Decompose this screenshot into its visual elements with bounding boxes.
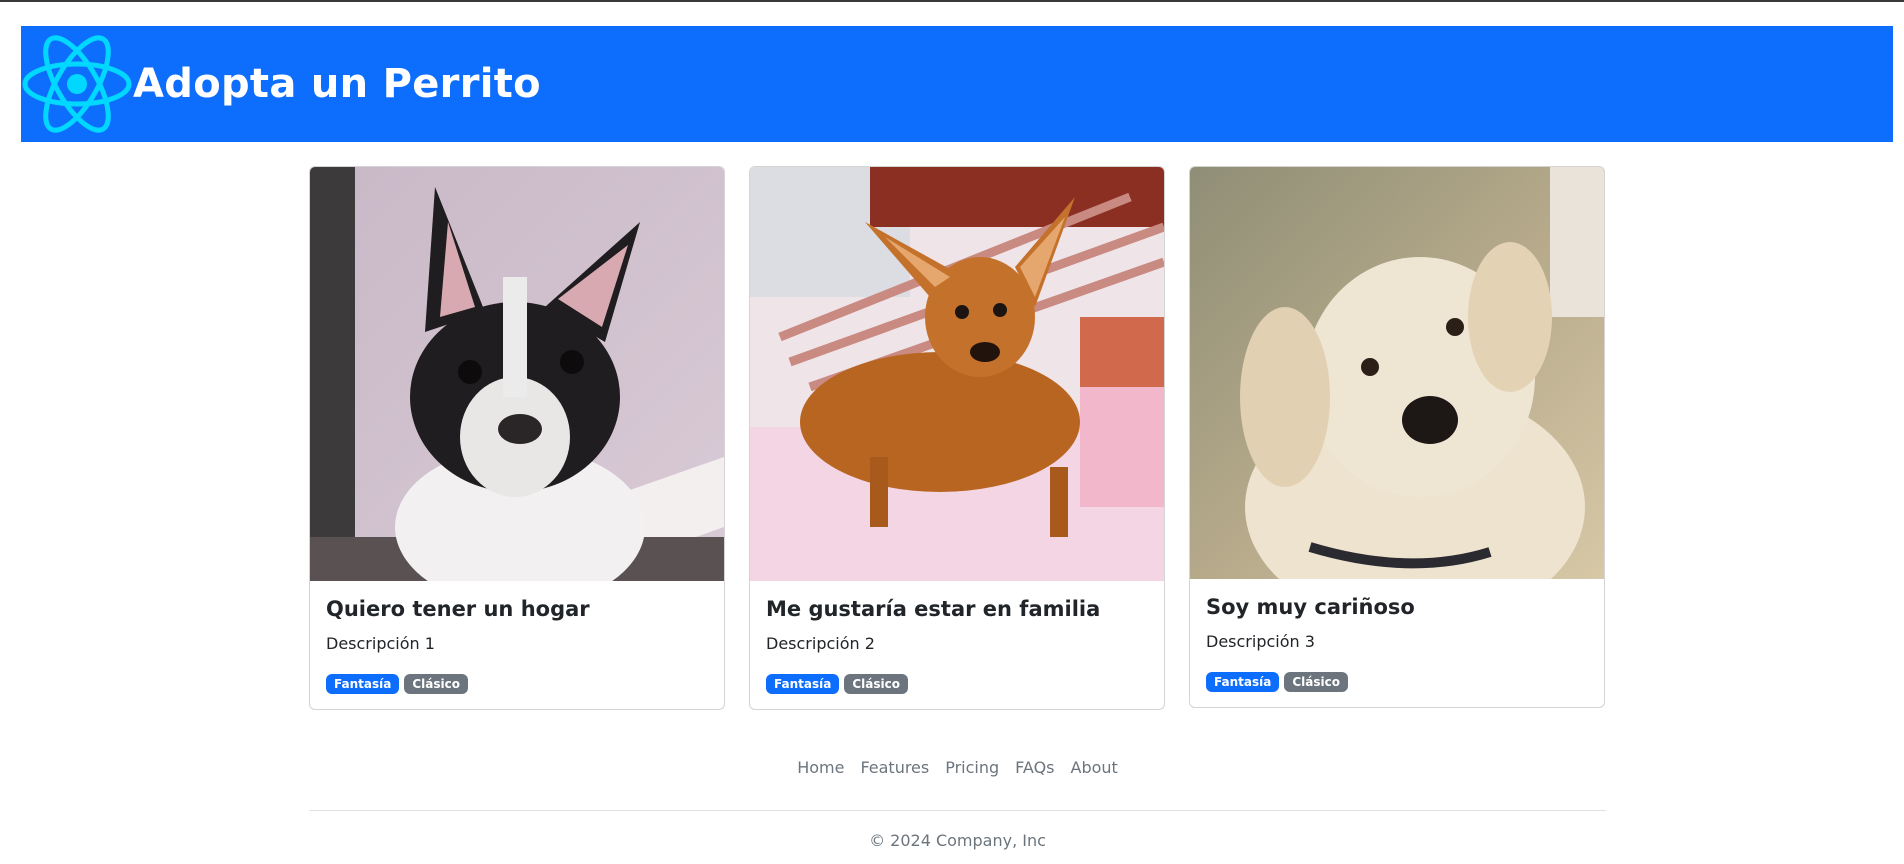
badge-list: Fantasía Clásico — [1206, 672, 1588, 692]
card-title: Me gustaría estar en familia — [766, 597, 1101, 621]
site-header: Adopta un Perrito — [21, 26, 1893, 142]
card-description: Descripción 2 — [766, 634, 875, 653]
site-footer: Home Features Pricing FAQs About © 2024 … — [309, 756, 1606, 852]
badge-fantasia: Fantasía — [326, 674, 400, 694]
badge-list: Fantasía Clásico — [326, 674, 708, 694]
badge-fantasia: Fantasía — [1206, 672, 1280, 692]
card-title: Quiero tener un hogar — [326, 597, 590, 621]
footer-link-about[interactable]: About — [1063, 756, 1126, 780]
badge-list: Fantasía Clásico — [766, 674, 1148, 694]
badge-clasico: Clásico — [404, 674, 468, 694]
dog-cards: Quiero tener un hogar Descripción 1 Fant… — [309, 166, 1606, 710]
site-title[interactable]: Adopta un Perrito — [133, 61, 541, 107]
brown-chihuahua-on-bed-photo — [750, 167, 1164, 581]
footer-nav: Home Features Pricing FAQs About — [309, 756, 1606, 780]
footer-link-home[interactable]: Home — [789, 756, 852, 780]
french-bulldog-puppy-photo — [310, 167, 724, 581]
footer-link-faqs[interactable]: FAQs — [1007, 756, 1062, 780]
labrador-retriever-photo — [1190, 167, 1604, 579]
badge-clasico: Clásico — [844, 674, 908, 694]
dog-card[interactable]: Quiero tener un hogar Descripción 1 Fant… — [309, 166, 725, 710]
badge-clasico: Clásico — [1284, 672, 1348, 692]
footer-copyright: © 2024 Company, Inc — [869, 831, 1046, 850]
card-title: Soy muy cariñoso — [1206, 595, 1415, 619]
badge-fantasia: Fantasía — [766, 674, 840, 694]
card-description: Descripción 3 — [1206, 632, 1315, 651]
footer-divider — [309, 810, 1606, 811]
dog-card[interactable]: Soy muy cariñoso Descripción 3 Fantasía … — [1189, 166, 1605, 708]
footer-link-pricing[interactable]: Pricing — [937, 756, 1007, 780]
dog-card[interactable]: Me gustaría estar en familia Descripción… — [749, 166, 1165, 710]
footer-link-features[interactable]: Features — [852, 756, 937, 780]
card-description: Descripción 1 — [326, 634, 435, 653]
react-atom-icon[interactable] — [21, 28, 133, 140]
top-rule — [0, 0, 1904, 2]
